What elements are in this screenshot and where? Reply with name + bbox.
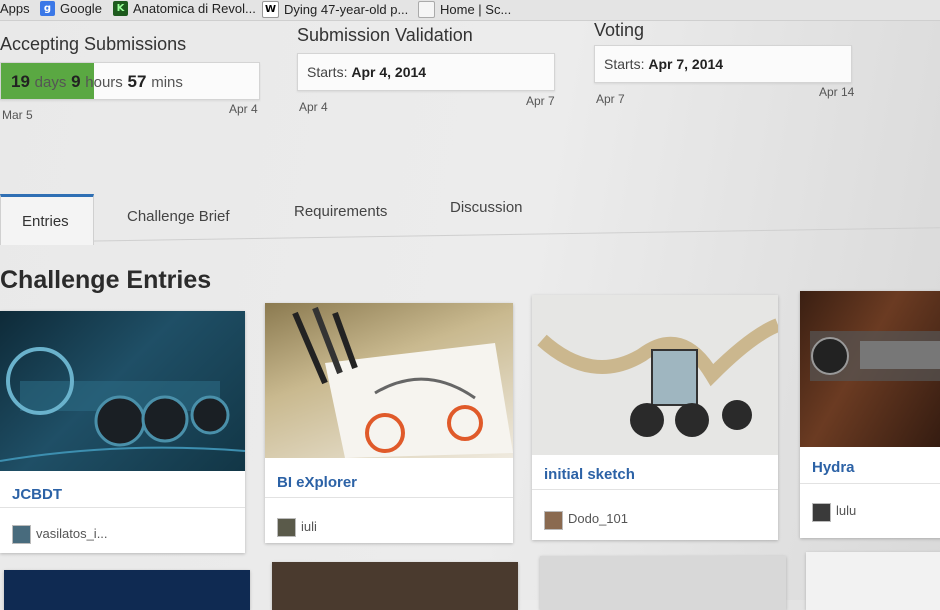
avatar[interactable]	[277, 518, 296, 537]
phase-accepting: Accepting Submissions	[0, 34, 186, 55]
phase-voting: Voting	[594, 20, 644, 41]
bookmark-anatomica[interactable]: K Anatomica di Revol...	[113, 1, 256, 16]
divider	[265, 497, 513, 498]
phase-title: Submission Validation	[297, 25, 473, 45]
starts-text: Starts: Apr 7, 2014	[604, 56, 723, 72]
entry-name[interactable]: JCBDT	[12, 486, 62, 503]
divider	[532, 489, 778, 490]
countdown-text: 19 days 9 hours 57 mins	[11, 72, 183, 92]
bookmark-label: Anatomica di Revol...	[133, 1, 256, 16]
bookmark-apps[interactable]: Apps	[0, 1, 30, 16]
mins-unit: mins	[151, 74, 183, 91]
avatar[interactable]	[12, 525, 31, 544]
hydra-render-image	[810, 331, 940, 381]
phase-start-date: Apr 7	[596, 92, 625, 106]
avatar[interactable]	[544, 511, 563, 530]
phase-start-date: Apr 4	[299, 100, 328, 114]
entry-thumbnail[interactable]	[265, 303, 513, 458]
entry-card[interactable]	[540, 556, 786, 610]
tab-label: Challenge Brief	[127, 208, 230, 225]
starts-date: Apr 4, 2014	[351, 64, 427, 80]
sketch-illustration-image	[537, 318, 778, 437]
section-title: Challenge Entries	[0, 266, 212, 294]
entry-user[interactable]: vasilatos_i...	[36, 526, 108, 541]
days-value: 19	[11, 72, 30, 91]
bookmark-google[interactable]: g Google	[40, 1, 102, 16]
k-site-icon: K	[113, 1, 128, 16]
tab-discussion[interactable]: Discussion	[450, 199, 523, 216]
entry-card[interactable]: BI eXplorer iuli	[265, 303, 513, 543]
divider	[0, 507, 245, 508]
validation-bar: Starts: Apr 4, 2014	[297, 53, 555, 91]
entry-card[interactable]: JCBDT vasilatos_i...	[0, 311, 245, 553]
tab-requirements[interactable]: Requirements	[294, 203, 387, 220]
google-icon: g	[40, 1, 55, 16]
sketch-photo-image	[292, 306, 513, 458]
tab-label: Entries	[22, 213, 69, 230]
countdown-bar: 19 days 9 hours 57 mins	[0, 62, 260, 100]
entry-thumbnail[interactable]	[0, 311, 245, 471]
vehicle-render-image	[0, 347, 245, 462]
doc-icon	[418, 1, 435, 18]
entry-card[interactable]	[806, 552, 940, 610]
avatar[interactable]	[812, 503, 831, 522]
tabs-divider	[0, 227, 940, 243]
tab-label: Discussion	[450, 199, 523, 216]
hours-value: 9	[71, 72, 81, 91]
entry-user[interactable]: Dodo_101	[568, 511, 628, 526]
bookmark-label: Google	[60, 1, 102, 16]
w-site-icon: W	[262, 1, 279, 18]
starts-date: Apr 7, 2014	[648, 56, 724, 72]
phase-title: Voting	[594, 20, 645, 40]
phase-end-date: Apr 7	[526, 94, 555, 108]
phase-end-date: Apr 14	[819, 85, 855, 99]
entry-card[interactable]	[4, 570, 250, 610]
entry-card[interactable]: Hydra lulu	[800, 291, 940, 538]
starts-label: Starts:	[604, 56, 645, 72]
entry-card[interactable]: initial sketch Dodo_101	[532, 295, 778, 540]
entry-thumbnail[interactable]	[800, 291, 940, 447]
bookmark-dying[interactable]: W Dying 47-year-old p...	[262, 1, 408, 18]
phase-title: Accepting Submissions	[0, 34, 187, 54]
phase-validation: Submission Validation	[297, 25, 473, 46]
hours-unit: hours	[85, 74, 123, 91]
phase-end-date: Apr 4	[229, 102, 258, 116]
bookmark-label: Dying 47-year-old p...	[284, 2, 409, 17]
bookmark-label: Apps	[0, 1, 30, 16]
entry-name[interactable]: initial sketch	[544, 466, 635, 483]
tab-entries[interactable]: Entries	[0, 194, 94, 245]
entry-thumbnail[interactable]	[532, 295, 778, 455]
entry-user[interactable]: lulu	[836, 503, 856, 518]
mins-value: 57	[127, 72, 147, 91]
bookmarks-bar: Apps g Google K Anatomica di Revol... W …	[0, 0, 940, 21]
entry-card[interactable]	[272, 562, 518, 610]
bookmark-label: Home | Sc...	[440, 2, 512, 17]
phase-start-date: Mar 5	[2, 108, 33, 122]
starts-label: Starts:	[307, 64, 348, 80]
entry-name[interactable]: BI eXplorer	[277, 474, 357, 491]
divider	[800, 483, 940, 484]
voting-bar: Starts: Apr 7, 2014	[594, 45, 852, 83]
tab-challenge-brief[interactable]: Challenge Brief	[127, 208, 230, 225]
entry-user[interactable]: iuli	[301, 519, 317, 534]
tab-label: Requirements	[294, 203, 388, 220]
starts-text: Starts: Apr 4, 2014	[307, 64, 426, 80]
days-unit: days	[34, 74, 67, 91]
bookmark-home[interactable]: Home | Sc...	[418, 1, 511, 18]
entry-name[interactable]: Hydra	[812, 459, 855, 476]
